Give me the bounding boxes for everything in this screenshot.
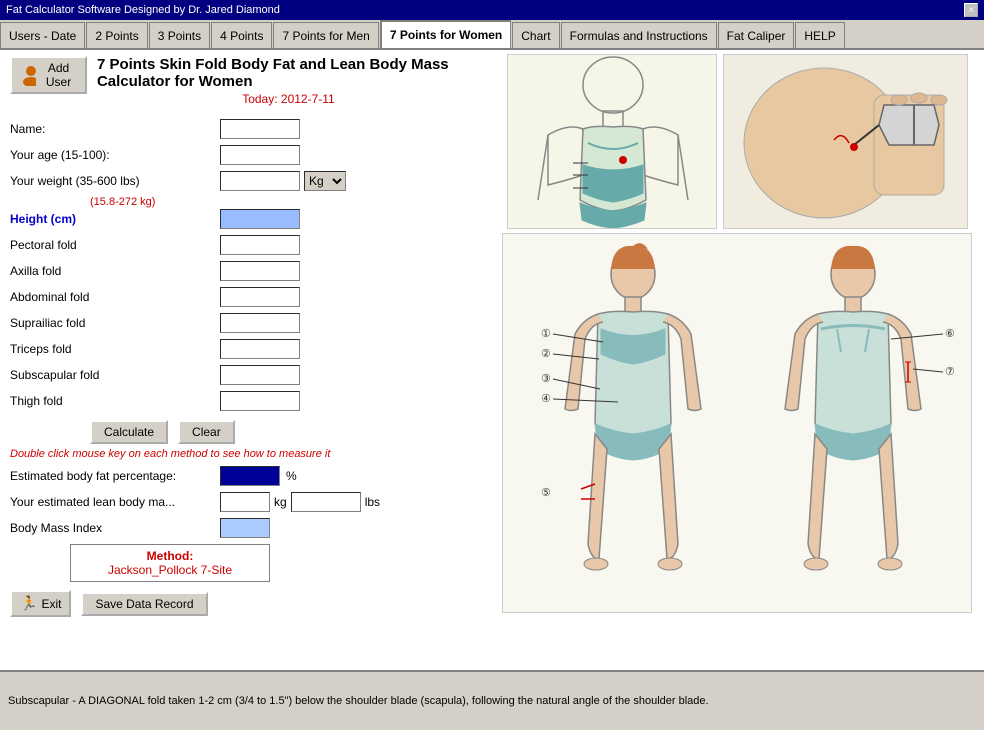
height-row: Height (cm)	[10, 208, 480, 230]
lbm-kg-unit: kg	[274, 495, 287, 509]
left-panel: Add User 7 Points Skin Fold Body Fat and…	[0, 50, 490, 670]
subscapular-row: Subscapular fold	[10, 364, 480, 386]
thigh-input[interactable]	[220, 391, 300, 411]
svg-text:⑥: ⑥	[945, 328, 955, 340]
close-button[interactable]: ×	[964, 3, 978, 17]
bf-result-display: %	[220, 466, 297, 486]
bottom-button-row: 🏃 Exit Save Data Record	[10, 590, 480, 617]
pectoral-label: Pectoral fold	[10, 238, 220, 252]
weight-note-row: (15.8-272 kg)	[10, 196, 480, 208]
lbm-lbs-input[interactable]	[291, 492, 361, 512]
bf-unit: %	[286, 469, 297, 483]
full-body-diagram: ① ② ③ ④ ⑤	[502, 233, 972, 613]
tab-formulas[interactable]: Formulas and Instructions	[561, 22, 717, 48]
save-data-button[interactable]: Save Data Record	[81, 592, 207, 616]
weight-row: Your weight (35-600 lbs) Kg Lbs	[10, 170, 480, 192]
abdominal-label: Abdominal fold	[10, 290, 220, 304]
abdominal-row: Abdominal fold	[10, 286, 480, 308]
tab-7points-women[interactable]: 7 Points for Women	[380, 20, 511, 48]
tab-users-date[interactable]: Users - Date	[0, 22, 85, 48]
instruction-text: Double click mouse key on each method to…	[10, 448, 480, 460]
subscapular-label: Subscapular fold	[10, 368, 220, 382]
title-bar-text: Fat Calculator Software Designed by Dr. …	[6, 4, 280, 16]
height-label: Height (cm)	[10, 212, 220, 226]
svg-text:②: ②	[541, 348, 551, 360]
triceps-row: Triceps fold	[10, 338, 480, 360]
lbm-kg-input[interactable]	[220, 492, 270, 512]
full-body-images: ① ② ③ ④ ⑤	[502, 233, 972, 616]
tab-4points[interactable]: 4 Points	[211, 22, 272, 48]
subscapular-input[interactable]	[220, 365, 300, 385]
bmi-label: Body Mass Index	[10, 521, 220, 535]
triceps-input[interactable]	[220, 339, 300, 359]
tab-chart[interactable]: Chart	[512, 22, 559, 48]
svg-text:⑤: ⑤	[541, 487, 551, 499]
method-box: Method: Jackson_Pollock 7-Site	[70, 544, 270, 582]
axilla-label: Axilla fold	[10, 264, 220, 278]
run-icon: 🏃	[20, 595, 37, 612]
add-user-icon	[20, 64, 36, 86]
svg-text:④: ④	[541, 393, 551, 405]
axilla-input[interactable]	[220, 261, 300, 281]
pectoral-row: Pectoral fold	[10, 234, 480, 256]
tab-fat-caliper[interactable]: Fat Caliper	[718, 22, 795, 48]
tab-2points[interactable]: 2 Points	[86, 22, 147, 48]
lbm-result-row: Your estimated lean body ma... kg lbs	[10, 492, 480, 512]
main-content: Add User 7 Points Skin Fold Body Fat and…	[0, 50, 984, 670]
name-input[interactable]	[220, 119, 300, 139]
name-row: Name:	[10, 118, 480, 140]
abdominal-input[interactable]	[220, 287, 300, 307]
add-user-button[interactable]: Add User	[10, 56, 87, 94]
triceps-label: Triceps fold	[10, 342, 220, 356]
lbm-display: kg lbs	[220, 492, 380, 512]
top-images	[507, 54, 968, 229]
button-row: Calculate Clear	[90, 420, 480, 444]
name-label: Name:	[10, 122, 220, 136]
bf-bar	[220, 466, 280, 486]
torso-front-image	[507, 54, 717, 229]
weight-label: Your weight (35-600 lbs)	[10, 174, 220, 188]
method-label: Method:	[83, 549, 257, 563]
height-input[interactable]	[220, 209, 300, 229]
status-bar: Subscapular - A DIAGONAL fold taken 1-2 …	[0, 670, 984, 730]
thigh-row: Thigh fold	[10, 390, 480, 412]
suprailiac-label: Suprailiac fold	[10, 316, 220, 330]
calculate-button[interactable]: Calculate	[90, 420, 168, 444]
axilla-row: Axilla fold	[10, 260, 480, 282]
pectoral-input[interactable]	[220, 235, 300, 255]
thigh-label: Thigh fold	[10, 394, 220, 408]
age-input[interactable]	[220, 145, 300, 165]
weight-note: (15.8-272 kg)	[90, 196, 480, 208]
age-row: Your age (15-100):	[10, 144, 480, 166]
bf-label: Estimated body fat percentage:	[10, 469, 220, 483]
status-text: Subscapular - A DIAGONAL fold taken 1-2 …	[8, 695, 709, 707]
suprailiac-row: Suprailiac fold	[10, 312, 480, 334]
lbm-label: Your estimated lean body ma...	[10, 495, 220, 509]
svg-text:③: ③	[541, 373, 551, 385]
nav-bar: Users - Date 2 Points 3 Points 4 Points …	[0, 20, 984, 50]
tab-7points-men[interactable]: 7 Points for Men	[273, 22, 378, 48]
suprailiac-input[interactable]	[220, 313, 300, 333]
unit-select[interactable]: Kg Lbs	[304, 171, 346, 191]
page-title: 7 Points Skin Fold Body Fat and Lean Bod…	[97, 56, 480, 90]
method-value: Jackson_Pollock 7-Site	[83, 563, 257, 577]
tab-help[interactable]: HELP	[795, 22, 844, 48]
exit-button[interactable]: 🏃 Exit	[10, 590, 71, 617]
bmi-input[interactable]	[220, 518, 270, 538]
bf-result-row: Estimated body fat percentage: %	[10, 466, 480, 486]
title-bar: Fat Calculator Software Designed by Dr. …	[0, 0, 984, 20]
age-label: Your age (15-100):	[10, 148, 220, 162]
bmi-result-row: Body Mass Index	[10, 518, 480, 538]
right-panel: ① ② ③ ④ ⑤	[490, 50, 984, 670]
date-display: Today: 2012-7-11	[97, 92, 480, 106]
weight-input[interactable]	[220, 171, 300, 191]
svg-text:①: ①	[541, 328, 551, 340]
clear-button[interactable]: Clear	[178, 420, 235, 444]
svg-text:⑦: ⑦	[945, 366, 955, 378]
lbm-lbs-unit: lbs	[365, 495, 380, 509]
tab-3points[interactable]: 3 Points	[149, 22, 210, 48]
caliper-image	[723, 54, 968, 229]
